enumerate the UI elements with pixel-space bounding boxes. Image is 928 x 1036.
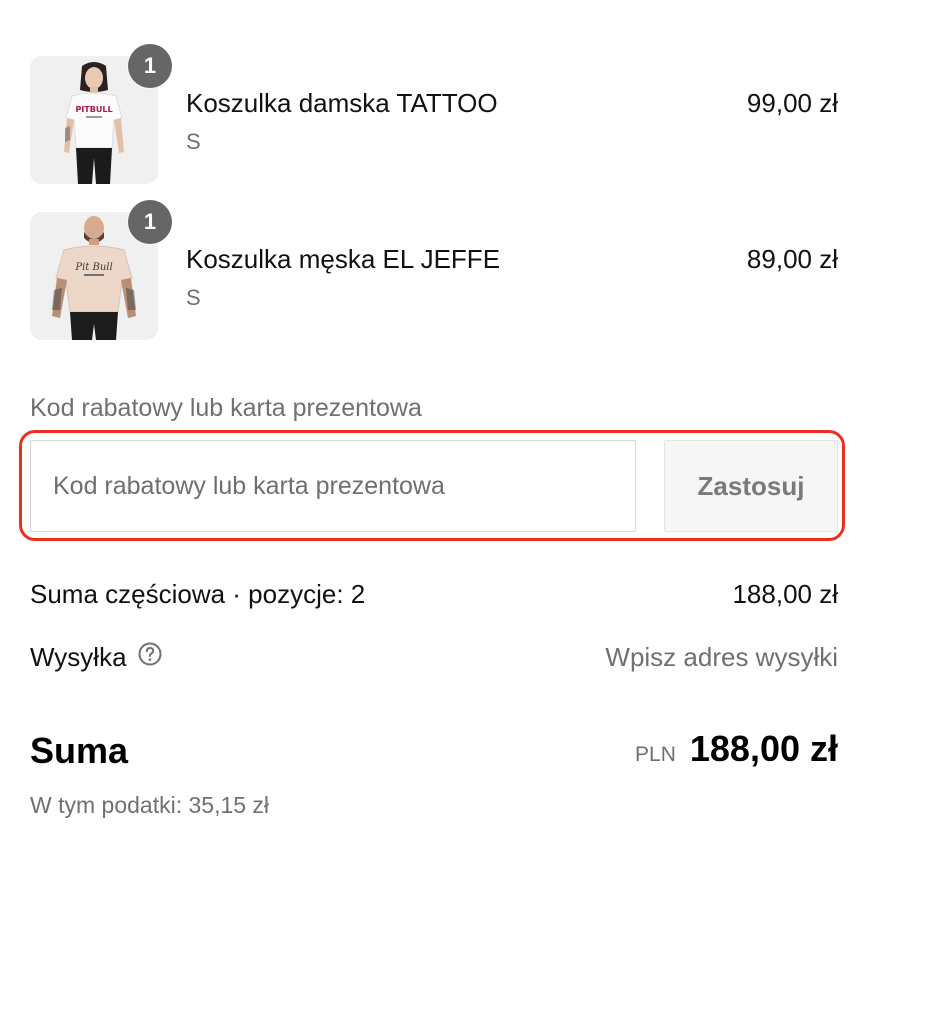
discount-label: Kod rabatowy lub karta prezentowa [30, 394, 422, 422]
apply-discount-button[interactable]: Zastosuj [664, 440, 838, 532]
question-circle-icon[interactable] [137, 641, 163, 674]
subtotal-value: 188,00 zł [732, 579, 838, 609]
product-variant: S [186, 129, 201, 154]
product-title: Koszulka męska EL JEFFE [186, 244, 501, 274]
total-label: Suma [30, 730, 129, 771]
product-variant: S [186, 285, 201, 310]
shipping-label-group: Wysyłka [30, 642, 163, 674]
line-item: Pit Bull 1 Koszulka męska EL JEFFE S 89,… [30, 200, 838, 340]
svg-text:Pit Bull: Pit Bull [74, 262, 112, 273]
svg-text:PITBULL: PITBULL [75, 105, 112, 114]
shipping-value: Wpisz adres wysyłki [605, 642, 838, 672]
quantity-badge: 1 [128, 44, 172, 88]
line-item: PITBULL 1 Koszulka damska TATTOO S 99,00… [30, 44, 838, 184]
total-row: Suma PLN 188,00 zł [30, 728, 838, 778]
discount-code-input[interactable] [30, 440, 636, 532]
total-amount-group: PLN 188,00 zł [635, 728, 838, 770]
shipping-label: Wysyłka [30, 642, 127, 672]
tax-info: W tym podatki: 35,15 zł [30, 792, 270, 818]
product-title: Koszulka damska TATTOO [186, 88, 498, 118]
currency-code: PLN [635, 743, 676, 766]
total-amount: 188,00 zł [689, 728, 838, 769]
product-price: 89,00 zł [746, 244, 838, 274]
subtotal-label: Suma częściowa · pozycje: 2 [30, 579, 366, 609]
product-price: 99,00 zł [746, 88, 838, 118]
quantity-badge: 1 [128, 200, 172, 244]
